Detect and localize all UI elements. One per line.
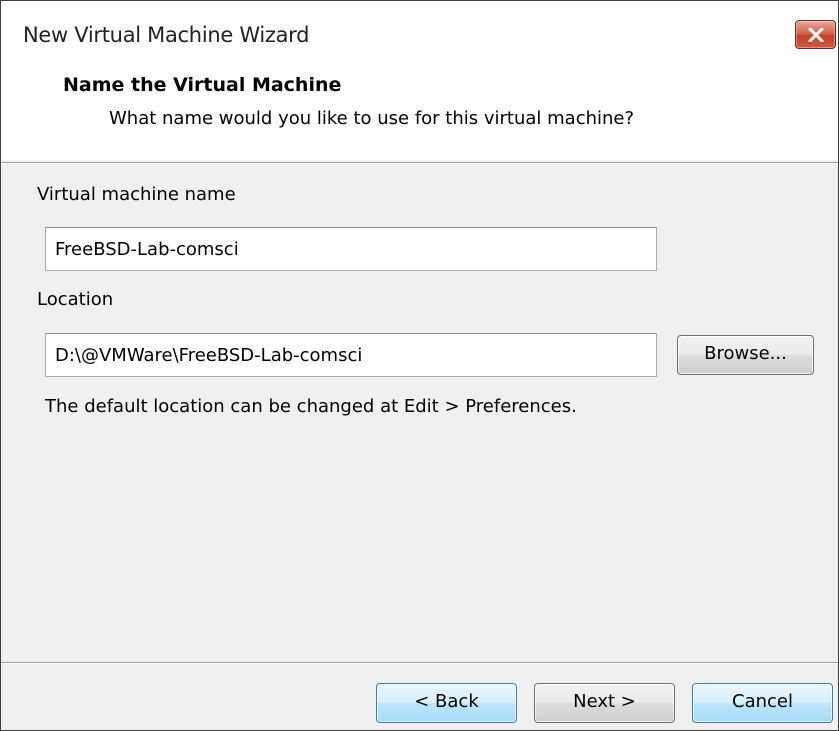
close-icon	[808, 28, 824, 42]
window-title: New Virtual Machine Wizard	[23, 23, 310, 47]
back-button[interactable]: < Back	[376, 683, 517, 723]
browse-button[interactable]: Browse...	[677, 335, 814, 375]
next-button[interactable]: Next >	[534, 683, 675, 723]
page-description: What name would you like to use for this…	[109, 108, 635, 129]
wizard-window: New Virtual Machine Wizard Name the Virt…	[0, 0, 839, 731]
location-label: Location	[37, 289, 114, 310]
header-divider	[1, 162, 838, 164]
wizard-header	[1, 50, 838, 160]
location-hint: The default location can be changed at E…	[45, 396, 577, 417]
footer-divider	[1, 662, 838, 664]
close-button[interactable]	[795, 20, 836, 49]
vm-name-input[interactable]	[45, 227, 657, 271]
location-input[interactable]	[45, 333, 657, 377]
cancel-button[interactable]: Cancel	[692, 683, 833, 723]
vm-name-label: Virtual machine name	[37, 184, 236, 205]
page-title: Name the Virtual Machine	[63, 74, 342, 96]
